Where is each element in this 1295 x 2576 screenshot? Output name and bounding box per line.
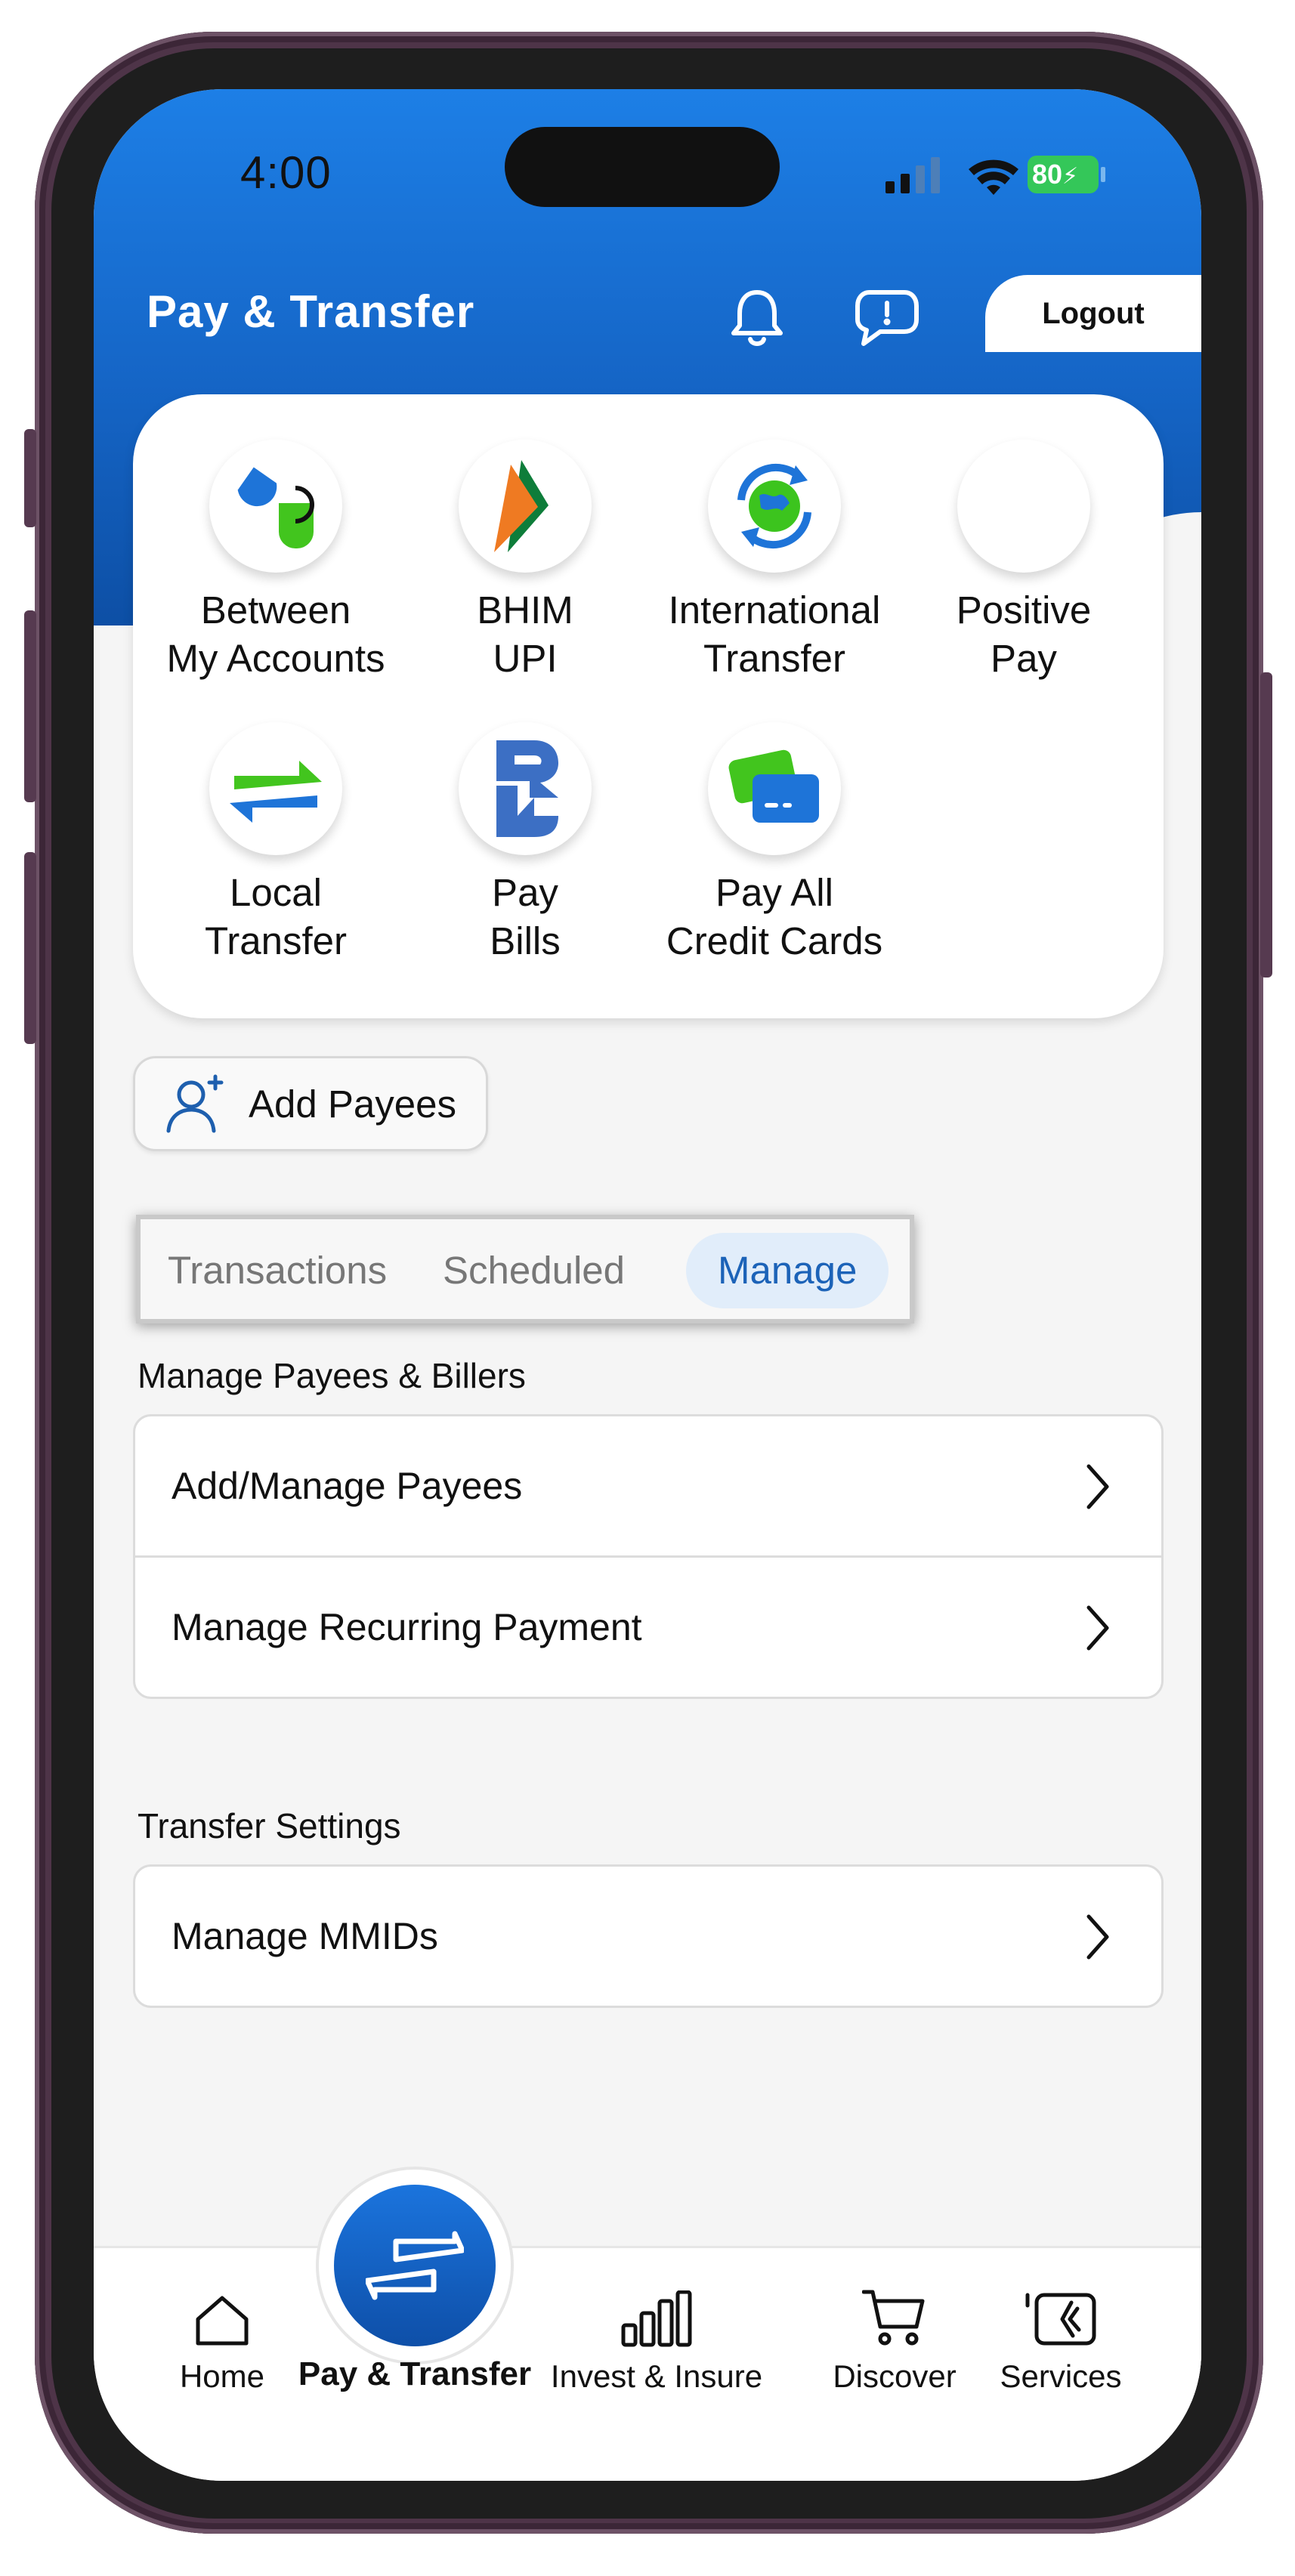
positive-pay-icon bbox=[957, 440, 1090, 573]
chevron-right-icon bbox=[1086, 1914, 1109, 1960]
settings-list: Manage MMIDs bbox=[133, 1864, 1164, 2008]
notifications-button[interactable] bbox=[721, 281, 793, 354]
side-button-volume-down bbox=[24, 852, 36, 1044]
wifi-icon bbox=[969, 159, 1018, 195]
manage-section-title: Manage Payees & Billers bbox=[138, 1356, 526, 1395]
tab-manage[interactable]: Manage bbox=[686, 1233, 889, 1308]
tab-scheduled[interactable]: Scheduled bbox=[443, 1233, 625, 1308]
bottom-nav-divider bbox=[94, 2246, 1201, 2248]
bell-icon bbox=[731, 290, 783, 346]
bhim-upi-logo bbox=[459, 440, 592, 573]
pay-transfer-fab[interactable] bbox=[334, 2185, 496, 2346]
settings-section-title: Transfer Settings bbox=[138, 1806, 401, 1846]
quick-action-bhim-upi[interactable]: BHIM UPI bbox=[400, 440, 650, 683]
add-user-icon bbox=[166, 1074, 224, 1133]
international-transfer-icon bbox=[708, 440, 841, 573]
nav-pay-transfer[interactable]: Pay & Transfer bbox=[298, 2355, 532, 2393]
between-accounts-icon bbox=[209, 440, 342, 573]
battery-level: 80 bbox=[1032, 159, 1063, 190]
local-transfer-icon bbox=[209, 722, 342, 855]
home-icon bbox=[196, 2296, 249, 2346]
quick-actions-card: Between My Accounts BHIM UPI Internation… bbox=[133, 394, 1164, 1018]
cart-icon bbox=[862, 2290, 925, 2346]
list-item-manage-mmids[interactable]: Manage MMIDs bbox=[135, 1867, 1161, 2006]
activity-tabs: Transactions Scheduled Manage bbox=[136, 1215, 914, 1324]
list-item-label: Manage MMIDs bbox=[172, 1915, 438, 1957]
bar-chart-icon bbox=[621, 2290, 692, 2347]
side-button-power bbox=[1260, 672, 1272, 978]
page-title: Pay & Transfer bbox=[147, 286, 475, 337]
quick-action-pay-credit-cards[interactable]: Pay All Credit Cards bbox=[650, 722, 899, 965]
manage-list: Add/Manage Payees Manage Recurring Payme… bbox=[133, 1414, 1164, 1699]
status-time: 4:00 bbox=[240, 147, 332, 198]
quick-action-label: Positive Pay bbox=[956, 588, 1092, 680]
dynamic-island bbox=[505, 127, 780, 207]
bharat-billpay-icon bbox=[459, 722, 592, 855]
logout-button[interactable]: Logout bbox=[985, 275, 1201, 352]
quick-action-pay-bills[interactable]: Pay Bills bbox=[400, 722, 650, 965]
credit-cards-icon bbox=[708, 722, 841, 855]
quick-action-label: Between My Accounts bbox=[166, 588, 385, 680]
quick-action-label: Pay Bills bbox=[490, 871, 561, 962]
chevron-right-icon bbox=[1086, 1464, 1109, 1509]
nav-label: Home bbox=[179, 2358, 265, 2394]
quick-action-between-accounts[interactable]: Between My Accounts bbox=[151, 440, 400, 683]
side-button-volume-up bbox=[24, 610, 36, 802]
services-icon bbox=[1025, 2293, 1096, 2346]
nav-services[interactable]: Services bbox=[985, 2280, 1136, 2395]
quick-action-international-transfer[interactable]: International Transfer bbox=[650, 440, 899, 683]
side-button-mute bbox=[24, 429, 36, 527]
battery-tip bbox=[1101, 167, 1105, 182]
nav-home[interactable]: Home bbox=[154, 2280, 290, 2395]
nav-label: Discover bbox=[833, 2358, 957, 2394]
messages-button[interactable] bbox=[851, 281, 923, 354]
add-payees-label: Add Payees bbox=[249, 1082, 457, 1126]
quick-action-positive-pay[interactable]: Positive Pay bbox=[899, 440, 1148, 683]
nav-label: Services bbox=[1000, 2358, 1122, 2394]
transfer-arrows-icon bbox=[366, 2231, 464, 2300]
add-payees-button[interactable]: Add Payees bbox=[133, 1056, 488, 1151]
quick-action-label: Pay All Credit Cards bbox=[666, 871, 883, 962]
quick-action-local-transfer[interactable]: Local Transfer bbox=[151, 722, 400, 965]
nav-discover[interactable]: Discover bbox=[819, 2280, 970, 2395]
nav-invest-insure[interactable]: Invest & Insure bbox=[547, 2280, 766, 2395]
chevron-right-icon bbox=[1086, 1605, 1109, 1651]
list-item-label: Manage Recurring Payment bbox=[172, 1606, 642, 1648]
quick-action-label: International Transfer bbox=[668, 588, 881, 680]
tab-transactions[interactable]: Transactions bbox=[168, 1233, 387, 1308]
charging-bolt-icon: ⚡ bbox=[1062, 164, 1079, 189]
quick-action-label: Local Transfer bbox=[205, 871, 347, 962]
signal-icon bbox=[885, 157, 940, 193]
list-item-add-manage-payees[interactable]: Add/Manage Payees bbox=[135, 1416, 1161, 1555]
nav-label: Pay & Transfer bbox=[298, 2355, 532, 2392]
chat-icon bbox=[855, 290, 919, 346]
list-item-manage-recurring-payment[interactable]: Manage Recurring Payment bbox=[135, 1555, 1161, 1697]
nav-label: Invest & Insure bbox=[550, 2358, 763, 2394]
app-screen: 4:00 80⚡ Pay & Transfer Logout Between M… bbox=[94, 89, 1201, 2481]
battery-indicator: 80⚡ bbox=[1028, 156, 1099, 193]
list-item-label: Add/Manage Payees bbox=[172, 1465, 523, 1507]
quick-action-label: BHIM UPI bbox=[477, 588, 573, 680]
